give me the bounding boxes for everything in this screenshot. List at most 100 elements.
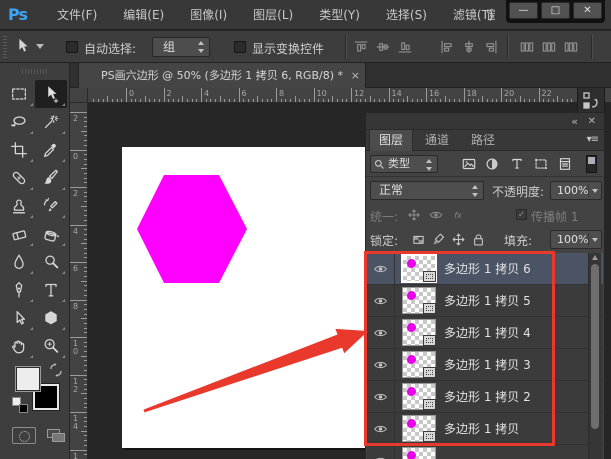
- filter-kind-dropdown[interactable]: 类型: [370, 155, 438, 173]
- layer-row[interactable]: 多边形 1 拷贝 3: [367, 349, 603, 381]
- pen-tool[interactable]: [3, 276, 35, 304]
- dodge-tool[interactable]: [35, 248, 67, 276]
- tab-layers[interactable]: 图层: [369, 130, 413, 151]
- auto-select-dropdown[interactable]: 组: [152, 37, 210, 57]
- filter-smart-object-icon[interactable]: [556, 155, 574, 173]
- options-bar-grip[interactable]: [3, 36, 7, 58]
- align-right-edges-icon[interactable]: [482, 38, 500, 56]
- menu-item-select[interactable]: 选择(S): [373, 0, 440, 30]
- filter-toggle-switch[interactable]: [586, 155, 597, 173]
- tools-panel-grip[interactable]: [22, 69, 48, 74]
- blur-tool[interactable]: [3, 248, 35, 276]
- layer-row[interactable]: 多边形 1 拷贝 5: [367, 285, 603, 317]
- filter-adjustment-layers-icon[interactable]: [483, 155, 501, 173]
- blend-mode-dropdown[interactable]: 正常: [370, 181, 484, 200]
- lock-image-pixels-icon[interactable]: [430, 231, 447, 248]
- layer-thumbnail[interactable]: [402, 351, 436, 378]
- distribute-vertical-centers-icon[interactable]: [540, 38, 558, 56]
- distribute-top-edges-icon[interactable]: [518, 38, 536, 56]
- layer-thumbnail[interactable]: [402, 319, 436, 346]
- lock-position-icon[interactable]: [450, 231, 467, 248]
- hand-tool[interactable]: [3, 332, 35, 360]
- maximize-button[interactable]: □: [541, 2, 570, 19]
- swap-colors-icon[interactable]: [48, 362, 64, 378]
- auto-select-checkbox[interactable]: [66, 41, 78, 53]
- layer-row[interactable]: 多边形 1 拷贝 6: [367, 253, 603, 285]
- propagate-frame-checkbox[interactable]: ✓: [516, 209, 527, 220]
- layer-visibility-toggle[interactable]: [367, 381, 395, 413]
- menu-item-type[interactable]: 类型(Y): [306, 0, 373, 30]
- menu-item-image[interactable]: 图像(I): [177, 0, 240, 30]
- scroll-up-icon[interactable]: [592, 255, 598, 260]
- foreground-color-swatch[interactable]: [15, 366, 41, 392]
- path-selection-tool[interactable]: [3, 304, 35, 332]
- align-vertical-centers-icon[interactable]: [374, 38, 392, 56]
- magic-wand-tool[interactable]: [35, 108, 67, 136]
- tab-channels[interactable]: 通道: [415, 130, 459, 151]
- layer-thumbnail[interactable]: [402, 255, 436, 282]
- zoom-tool[interactable]: [35, 332, 67, 360]
- scrollbar-thumb[interactable]: [591, 264, 599, 429]
- distribute-bottom-edges-icon[interactable]: [562, 38, 580, 56]
- document-tab[interactable]: PS画六边形 @ 50% (多边形 1 拷贝 6, RGB/8) * ×: [78, 63, 366, 88]
- layer-visibility-toggle[interactable]: [367, 349, 395, 381]
- menu-item-window-partial[interactable]: 窗: [486, 0, 495, 30]
- layer-visibility-toggle[interactable]: [367, 445, 395, 459]
- layer-visibility-toggle[interactable]: [367, 317, 395, 349]
- paint-bucket-tool[interactable]: [35, 220, 67, 248]
- move-tool[interactable]: [35, 80, 67, 108]
- default-colors-icon[interactable]: [12, 397, 28, 413]
- layer-row[interactable]: [367, 445, 603, 459]
- filter-type-layers-icon[interactable]: [508, 155, 526, 173]
- align-bottom-edges-icon[interactable]: [396, 38, 414, 56]
- panel-menu-icon[interactable]: ▾≡: [587, 134, 598, 145]
- close-panel-icon[interactable]: ✕: [588, 114, 596, 129]
- layer-thumbnail[interactable]: [402, 447, 436, 459]
- layer-visibility-toggle[interactable]: [367, 285, 395, 317]
- menu-item-filter[interactable]: 滤镜(T): [440, 0, 507, 30]
- lasso-tool[interactable]: [3, 108, 35, 136]
- show-transform-checkbox[interactable]: [234, 41, 246, 53]
- layer-row[interactable]: 多边形 1 拷贝 4: [367, 317, 603, 349]
- layer-thumbnail[interactable]: [402, 383, 436, 410]
- type-tool[interactable]: [35, 276, 67, 304]
- filter-shape-layers-icon[interactable]: [532, 155, 550, 173]
- layer-visibility-toggle[interactable]: [367, 413, 395, 445]
- menu-item-edit[interactable]: 编辑(E): [110, 0, 177, 30]
- quick-mask-button[interactable]: [12, 427, 36, 444]
- brush-tool[interactable]: [35, 164, 67, 192]
- layer-thumbnail[interactable]: [402, 415, 436, 442]
- spot-healing-brush-tool[interactable]: [3, 164, 35, 192]
- layer-visibility-toggle[interactable]: [367, 253, 395, 285]
- screen-mode-button[interactable]: [44, 427, 70, 444]
- close-button[interactable]: ✕: [573, 2, 602, 19]
- lock-all-icon[interactable]: [470, 231, 487, 248]
- fill-input[interactable]: 100%: [550, 230, 602, 249]
- filter-pixel-layers-icon[interactable]: [460, 155, 478, 173]
- collapse-panel-icon[interactable]: «: [571, 114, 578, 129]
- minimize-button[interactable]: —: [509, 2, 538, 19]
- rectangular-marquee-tool[interactable]: [3, 80, 35, 108]
- shape-tool[interactable]: [35, 304, 67, 332]
- unify-style-icon[interactable]: fx: [450, 207, 466, 223]
- align-horizontal-centers-icon[interactable]: [460, 38, 478, 56]
- align-left-edges-icon[interactable]: [438, 38, 456, 56]
- clone-stamp-tool[interactable]: [3, 192, 35, 220]
- tool-preset-caret-icon[interactable]: [36, 44, 44, 49]
- tab-paths[interactable]: 路径: [461, 130, 505, 151]
- align-top-edges-icon[interactable]: [352, 38, 370, 56]
- unify-visibility-icon[interactable]: [428, 207, 444, 223]
- layer-row[interactable]: 多边形 1 拷贝: [367, 413, 603, 445]
- unify-position-icon[interactable]: [406, 207, 422, 223]
- eraser-tool[interactable]: [3, 220, 35, 248]
- history-brush-tool[interactable]: [35, 192, 67, 220]
- canvas[interactable]: [122, 147, 368, 448]
- crop-tool[interactable]: [3, 136, 35, 164]
- layer-list-scrollbar[interactable]: [588, 253, 601, 459]
- opacity-input[interactable]: 100%: [550, 181, 602, 200]
- document-close-icon[interactable]: ×: [351, 63, 360, 88]
- menu-item-layer[interactable]: 图层(L): [240, 0, 306, 30]
- layer-row[interactable]: 多边形 1 拷贝 2: [367, 381, 603, 413]
- eyedropper-tool[interactable]: [35, 136, 67, 164]
- layer-thumbnail[interactable]: [402, 287, 436, 314]
